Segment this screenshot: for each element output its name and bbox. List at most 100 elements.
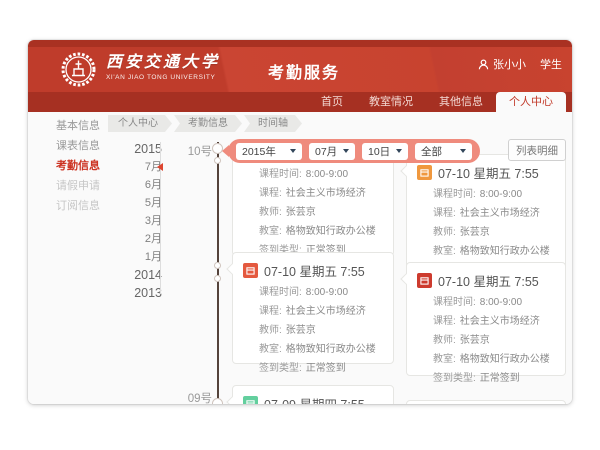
attendance-card: 07-10 星期五 7:55 课程时间:8:00-9:00 课程:社会主义市场经… (232, 252, 394, 364)
card-title: 07-10 星期五 7:55 (438, 271, 539, 290)
university-name-en: XI'AN JIAO TONG UNIVERSITY (106, 73, 220, 82)
field-value: 张芸京 (286, 325, 316, 336)
nav-item-classrooms[interactable]: 教室情况 (356, 92, 426, 112)
field-label: 课程: (259, 188, 282, 199)
nav-item-other-info[interactable]: 其他信息 (426, 92, 496, 112)
field-label: 教师: (433, 227, 456, 238)
app-header: 西安交通大学 XI'AN JIAO TONG UNIVERSITY 考勤服务 张… (28, 47, 572, 92)
field-value: 社会主义市场经济 (460, 316, 540, 327)
attendance-status-calendar-icon (243, 263, 258, 278)
year-select-value: 2015年 (242, 144, 276, 159)
month-select-value: 07月 (315, 144, 337, 159)
card-title: 07-09 星期四 7:55 (264, 394, 365, 404)
card-title: 07-10 星期五 7:55 (438, 163, 539, 182)
field-label: 课程: (259, 306, 282, 317)
timeline-node-icon (212, 398, 223, 404)
user-name: 张小小 (493, 56, 526, 72)
date-nav-month-5[interactable]: 5月 (124, 194, 162, 212)
field-value: 社会主义市场经济 (460, 208, 540, 219)
field-value: 格物致知行政办公楼 (286, 226, 376, 237)
field-value: 正常签到 (480, 373, 520, 384)
breadcrumb-timeline[interactable]: 时间轴 (244, 115, 302, 132)
field-label: 教师: (259, 325, 282, 336)
field-value: 格物致知行政办公楼 (460, 246, 550, 257)
content-area: 基本信息 课表信息 考勤信息 请假申请 订阅信息 个人中心 考勤信息 时间轴 2… (28, 112, 572, 404)
field-label: 课程: (433, 208, 456, 219)
field-label: 教师: (433, 335, 456, 346)
breadcrumb-personal-center[interactable]: 个人中心 (108, 115, 172, 132)
field-label: 课程时间: (259, 287, 302, 298)
attendance-card: 课程时间: 8:00-9:00 课程: 社会主义市场经济 教师: 张芸京 教室: 格物致… (232, 148, 394, 256)
date-nav-month-3[interactable]: 3月 (124, 212, 162, 230)
card-title: 07-10 星期五 7:55 (264, 261, 365, 280)
attendance-status-stamp-icon (417, 273, 432, 288)
sidebar-item-subscription-info[interactable]: 订阅信息 (28, 196, 128, 216)
field-value: 张芸京 (286, 207, 316, 218)
field-label: 教室: (433, 354, 456, 365)
current-month-marker-icon (157, 163, 163, 171)
date-nav-month-2[interactable]: 2月 (124, 230, 162, 248)
university-name: 西安交通大学 XI'AN JIAO TONG UNIVERSITY (106, 53, 220, 82)
user-icon (478, 59, 489, 70)
date-nav-month-1[interactable]: 1月 (124, 248, 162, 266)
sidebar-item-attendance-info[interactable]: 考勤信息 (28, 156, 128, 176)
type-select[interactable]: 全部 (415, 143, 472, 160)
field-label: 课程时间: (433, 297, 476, 308)
month-select[interactable]: 07月 (309, 143, 355, 160)
chevron-down-icon (343, 149, 349, 153)
breadcrumb: 个人中心 考勤信息 时间轴 (108, 115, 302, 132)
sidebar-item-schedule-info[interactable]: 课表信息 (28, 136, 128, 156)
app-window: 西安交通大学 XI'AN JIAO TONG UNIVERSITY 考勤服务 张… (28, 40, 572, 404)
field-value: 张芸京 (460, 227, 490, 238)
field-label: 教室: (259, 226, 282, 237)
breadcrumb-attendance-info[interactable]: 考勤信息 (174, 115, 242, 132)
field-label: 签到类型: (259, 363, 302, 374)
nav-item-personal-center[interactable]: 个人中心 (496, 92, 566, 112)
chevron-down-icon (396, 149, 402, 153)
university-logo-icon (60, 51, 97, 88)
date-nav-month-6[interactable]: 6月 (124, 176, 162, 194)
date-nav-year-2015[interactable]: 2015 (124, 140, 162, 158)
timeline-node-icon (214, 275, 221, 282)
field-label: 教师: (259, 207, 282, 218)
field-label: 课程时间: (259, 169, 302, 180)
field-value: 格物致知行政办公楼 (460, 354, 550, 365)
date-nav-year-2013[interactable]: 2013 (124, 284, 162, 302)
field-label: 签到类型: (433, 373, 476, 384)
timeline-day-label-10: 10号 (178, 143, 212, 159)
day-select[interactable]: 10日 (362, 143, 408, 160)
timeline-axis (217, 142, 219, 404)
field-value: 格物致知行政办公楼 (286, 344, 376, 355)
header-top-strip (28, 40, 572, 47)
type-select-value: 全部 (421, 144, 442, 159)
filter-bubble: 2015年 07月 10日 全部 (228, 139, 480, 163)
page: 西安交通大学 XI'AN JIAO TONG UNIVERSITY 考勤服务 张… (0, 0, 600, 450)
field-value: 社会主义市场经济 (286, 188, 366, 199)
year-select[interactable]: 2015年 (236, 143, 302, 160)
user-role: 学生 (540, 56, 562, 72)
app-title: 考勤服务 (268, 59, 340, 83)
timeline-day-label-09: 09号 (178, 390, 212, 404)
attendance-card: 07-10 星期五 7:55 课程时间: 8:00-9:00 课程: 社会主义市场经… (406, 154, 566, 270)
nav-item-home[interactable]: 首页 (308, 92, 356, 112)
field-value: 社会主义市场经济 (286, 306, 366, 317)
field-label: 教室: (259, 344, 282, 355)
field-value: 8:00-9:00 (480, 297, 522, 308)
attendance-status-calendar-icon (243, 396, 258, 404)
timeline-node-icon (214, 262, 221, 269)
sidebar-item-leave-request[interactable]: 请假申请 (28, 176, 128, 196)
attendance-card: 07-10 星期五 7:55 课程时间: 8:00-9:00 课程: 社会主义市场经… (406, 262, 566, 376)
list-detail-button[interactable]: 列表明细 (508, 139, 566, 161)
field-value: 8:00-9:00 (480, 189, 522, 200)
field-value: 张芸京 (460, 335, 490, 346)
field-label: 课程时间: (433, 189, 476, 200)
field-value: 8:00-9:00 (306, 169, 348, 180)
attendance-status-calendar-icon (417, 165, 432, 180)
date-nav-year-2014[interactable]: 2014 (124, 266, 162, 284)
chevron-down-icon (460, 149, 466, 153)
field-label: 教室: (433, 246, 456, 257)
chevron-down-icon (290, 149, 296, 153)
main-nav: 首页 教室情况 其他信息 个人中心 (28, 92, 572, 112)
field-label: 课程: (433, 316, 456, 327)
user-info[interactable]: 张小小 学生 (478, 56, 562, 72)
